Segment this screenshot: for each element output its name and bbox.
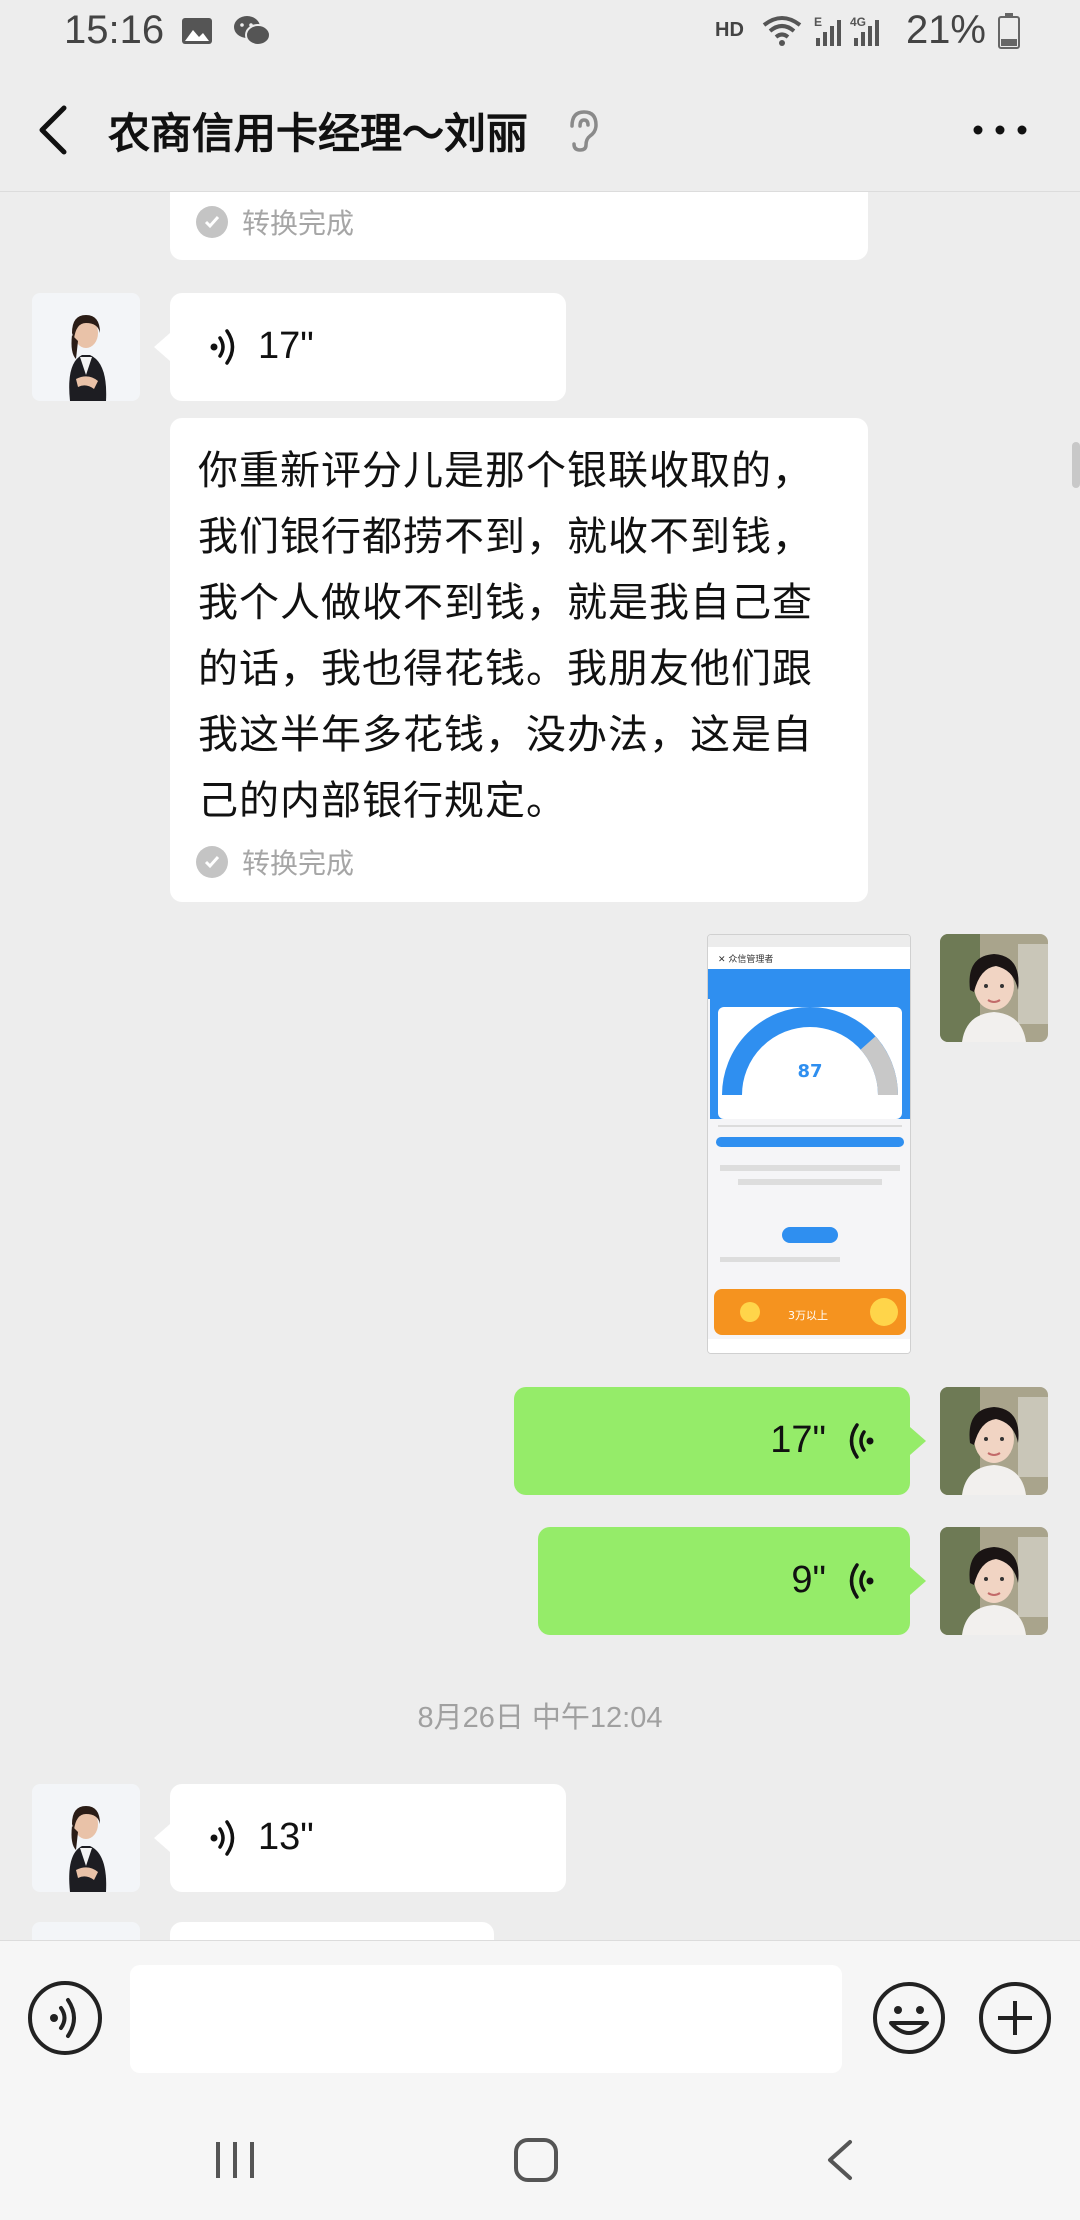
transcript-bubble[interactable]: 你重新评分儿是那个银联收取的， 我们银行都捞不到，就收不到钱， 我个人做收不到钱… [170, 418, 868, 902]
chat-title: 农商信用卡经理〜刘丽 [108, 110, 529, 157]
more-functions-icon[interactable] [978, 1981, 1052, 2055]
transcript-line: 我这半年多花钱，没办法，这是自 [198, 713, 813, 757]
earpiece-mode-icon [570, 110, 598, 152]
voice-message-content: 17" [208, 325, 314, 368]
voice-wave-icon [849, 1422, 874, 1459]
voice-wave-icon [849, 1562, 874, 1599]
voice-wave-icon [210, 328, 235, 365]
svg-text:E: E [814, 15, 822, 29]
contact-avatar[interactable] [32, 293, 140, 401]
self-avatar[interactable] [940, 1387, 1048, 1495]
transcript-line: 我个人做收不到钱，就是我自己查 [198, 581, 813, 625]
transcript-bubble-partial[interactable]: 转换完成 [170, 192, 868, 260]
gallery-icon [182, 18, 212, 44]
more-options-icon[interactable] [970, 112, 1030, 148]
check-icon [196, 206, 228, 238]
chat-header: 农商信用卡经理〜刘丽 [0, 66, 1080, 192]
chat-input-bar [0, 1940, 1080, 2100]
voice-input-button[interactable] [28, 1981, 102, 2055]
wechat-icon [234, 16, 271, 46]
convert-status: 转换完成 [196, 842, 354, 882]
voice-duration: 17" [770, 1419, 826, 1461]
back-arrow-icon[interactable] [30, 100, 80, 160]
voice-message-sent[interactable]: 9" [538, 1527, 910, 1635]
scrollbar[interactable] [1072, 442, 1080, 488]
signal-icon: E 4G [814, 15, 879, 46]
contact-avatar[interactable] [32, 1784, 140, 1892]
message-bubble-partial[interactable] [170, 1922, 494, 1940]
voice-message-sent[interactable]: 17" [514, 1387, 910, 1495]
wifi-icon [762, 15, 802, 46]
convert-status-label: 转换完成 [242, 208, 355, 239]
voice-message-content: 17" [770, 1419, 876, 1462]
bubble-tail [910, 1567, 926, 1595]
convert-status-label: 转换完成 [242, 848, 355, 879]
battery-icon [998, 12, 1020, 49]
status-notification-icons [180, 14, 272, 48]
voice-message-received[interactable]: 13" [170, 1784, 566, 1892]
voice-wave-icon [210, 1819, 235, 1856]
emoji-icon[interactable] [872, 1981, 946, 2055]
status-right-icons: HD E 4G 21% [715, 8, 1020, 53]
home-icon[interactable] [512, 2136, 560, 2184]
convert-status: 转换完成 [196, 202, 354, 242]
transcript-line: 的话，我也得花钱。我朋友他们跟 [198, 647, 813, 691]
thumb-banner: 3万以上 [788, 1309, 828, 1322]
hd-indicator: HD [715, 19, 744, 41]
svg-text:✕ 众信管理者: ✕ 众信管理者 [718, 953, 773, 965]
system-navigation-bar [0, 2100, 1080, 2220]
voice-message-content: 13" [208, 1816, 314, 1859]
wechat-chat-screen: { "status_bar": { "time": "15:16", "hd":… [0, 0, 1080, 2220]
voice-message-content: 9" [791, 1559, 876, 1602]
transcript-line: 己的内部银行规定。 [198, 779, 567, 823]
contact-avatar[interactable] [32, 1922, 140, 1940]
svg-text:4G: 4G [850, 15, 866, 29]
bubble-tail [910, 1427, 926, 1455]
bubble-tail [154, 1824, 170, 1852]
nav-back-icon[interactable] [820, 2136, 860, 2184]
status-bar: 15:16 HD E 4G 21% [0, 0, 1080, 66]
transcript-text: 你重新评分儿是那个银联收取的， 我们银行都捞不到，就收不到钱， 我个人做收不到钱… [198, 438, 858, 834]
sent-screenshot-image[interactable]: ✕ 众信管理者 87 3万以上 [707, 934, 911, 1354]
voice-duration: 9" [791, 1559, 826, 1601]
message-input[interactable] [130, 1965, 842, 2073]
transcript-line: 你重新评分儿是那个银联收取的， [198, 449, 813, 493]
chat-message-list[interactable]: 转换完成 17" 你重新评分儿是那个银联收取的， 我们银行都捞不到，就收不到钱，… [0, 192, 1080, 1940]
voice-duration: 17" [258, 325, 314, 367]
thumb-app-title: 众信管理者 [728, 953, 773, 965]
transcript-line: 我们银行都捞不到，就收不到钱， [198, 515, 813, 559]
voice-message-received[interactable]: 17" [170, 293, 566, 401]
voice-input-icon [50, 1998, 76, 2038]
self-avatar[interactable] [940, 934, 1048, 1042]
status-time: 15:16 [64, 8, 165, 52]
thumb-score: 87 [797, 1061, 822, 1082]
battery-percent: 21% [905, 8, 986, 52]
message-timestamp: 8月26日 中午12:04 [417, 1702, 663, 1734]
voice-duration: 13" [258, 1816, 314, 1858]
recent-apps-icon[interactable] [210, 2138, 260, 2182]
check-icon [196, 846, 228, 878]
self-avatar[interactable] [940, 1527, 1048, 1635]
bubble-tail [154, 333, 170, 361]
